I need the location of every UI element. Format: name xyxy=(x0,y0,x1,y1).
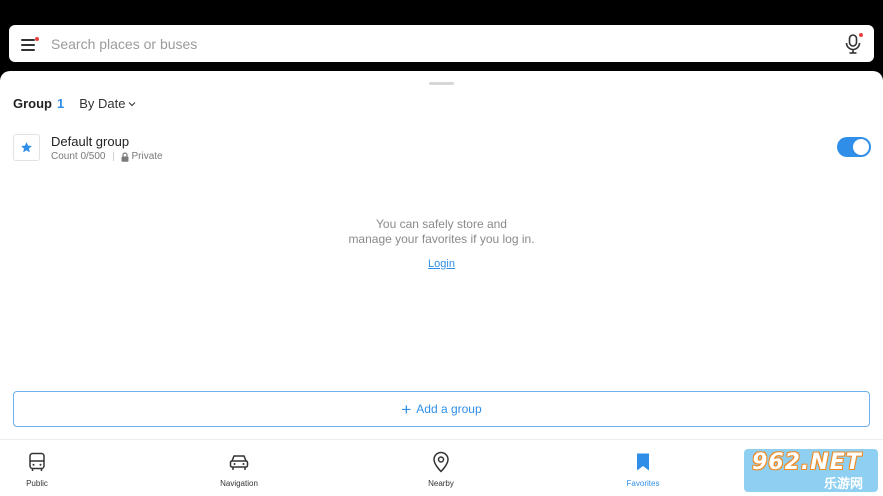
microphone-icon[interactable] xyxy=(844,32,863,55)
login-prompt-line: manage your favorites if you log in. xyxy=(348,232,535,246)
bus-icon xyxy=(29,452,45,471)
watermark-subtext: 乐游网 xyxy=(824,477,864,492)
nav-label: Nearby xyxy=(428,479,454,488)
nav-item-public[interactable]: Public xyxy=(7,451,67,488)
toggle-knob xyxy=(853,139,869,155)
chevron-down-icon xyxy=(129,101,136,106)
login-prompt: You can safely store and manage your fav… xyxy=(0,217,883,247)
group-row[interactable]: Default group Count 0/500 Private xyxy=(13,133,871,163)
nav-item-favorites[interactable]: Favorites xyxy=(613,451,673,488)
group-name: Default group xyxy=(51,134,130,149)
group-meta: Count 0/500 Private xyxy=(51,151,163,162)
group-visibility-toggle[interactable] xyxy=(837,137,871,157)
divider xyxy=(112,152,114,161)
car-icon xyxy=(229,455,249,470)
add-group-button[interactable]: + Add a group xyxy=(13,391,870,427)
group-count-text: Count 0/500 xyxy=(51,151,106,162)
nav-label: Navigation xyxy=(220,479,258,488)
search-bar[interactable] xyxy=(9,25,874,62)
group-label: Group xyxy=(13,96,52,111)
nav-item-navigation[interactable]: Navigation xyxy=(209,451,269,488)
login-prompt-line: You can safely store and xyxy=(376,217,507,231)
star-icon xyxy=(21,142,32,153)
add-group-label: Add a group xyxy=(416,402,482,416)
app-screen: Group 1 By Date Default group Count 0/50… xyxy=(0,0,883,496)
menu-icon[interactable] xyxy=(21,36,39,51)
group-header: Group 1 By Date xyxy=(13,96,136,111)
plus-icon: + xyxy=(401,399,412,419)
lock-icon xyxy=(121,151,128,162)
nav-item-nearby[interactable]: Nearby xyxy=(411,451,471,488)
sort-label: By Date xyxy=(79,96,126,111)
nav-label: Favorites xyxy=(626,479,660,488)
login-link[interactable]: Login xyxy=(0,258,883,270)
group-count: 1 xyxy=(57,96,65,111)
watermark-text: 962.NET xyxy=(752,450,862,475)
nav-label: Public xyxy=(26,479,48,488)
sort-dropdown[interactable]: By Date xyxy=(79,96,136,111)
watermark-logo: 962.NET 乐游网 xyxy=(744,449,878,492)
group-avatar xyxy=(13,134,40,161)
search-input[interactable] xyxy=(51,35,844,52)
notification-dot xyxy=(859,32,863,37)
location-pin-icon xyxy=(433,451,449,473)
bookmark-icon xyxy=(637,453,649,471)
privacy-label: Private xyxy=(131,151,163,162)
drag-handle[interactable] xyxy=(429,82,454,85)
notification-dot xyxy=(35,36,39,41)
favorites-sheet: Group 1 By Date Default group Count 0/50… xyxy=(0,71,883,496)
